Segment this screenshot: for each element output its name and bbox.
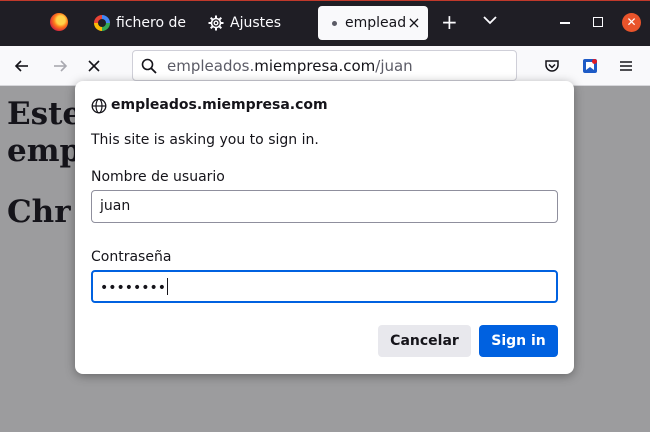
extension-icon[interactable] bbox=[582, 58, 598, 74]
url-bar[interactable]: empleados.miempresa.com/juan bbox=[132, 50, 517, 81]
password-field[interactable]: •••••••• bbox=[91, 270, 558, 303]
globe-icon bbox=[91, 98, 107, 114]
dialog-host: empleados.miempresa.com bbox=[111, 97, 328, 113]
menu-icon[interactable] bbox=[618, 58, 634, 74]
firefox-logo-icon[interactable] bbox=[50, 13, 68, 31]
dialog-message: This site is asking you to sign in. bbox=[91, 132, 319, 148]
tab-label: fichero de bbox=[116, 15, 186, 31]
url-path: /juan bbox=[375, 57, 413, 75]
tab-label: Ajustes bbox=[230, 15, 282, 31]
forward-arrow-icon[interactable] bbox=[52, 58, 68, 74]
tab-label: emplead bbox=[345, 15, 407, 31]
tab-strip: fichero de Ajustes emplead × + ✕ bbox=[0, 0, 650, 46]
close-icon[interactable]: ✕ bbox=[622, 13, 641, 32]
loading-dot-icon bbox=[332, 20, 337, 26]
tab-google[interactable]: fichero de bbox=[86, 6, 194, 40]
minimize-icon[interactable] bbox=[560, 22, 570, 24]
cancel-button[interactable]: Cancelar bbox=[378, 325, 471, 357]
username-label: Nombre de usuario bbox=[91, 169, 225, 185]
text-caret bbox=[167, 278, 169, 295]
gear-icon bbox=[208, 15, 224, 31]
pocket-icon[interactable] bbox=[544, 58, 560, 74]
chevron-down-icon[interactable] bbox=[482, 12, 498, 28]
tab-settings[interactable]: Ajustes bbox=[200, 6, 306, 40]
navigation-toolbar: empleados.miempresa.com/juan bbox=[0, 46, 650, 86]
tab-empleados[interactable]: emplead × bbox=[318, 6, 428, 40]
page-heading-line-1: Este bbox=[7, 96, 83, 132]
username-value: juan bbox=[100, 198, 131, 214]
sign-in-dialog: empleados.miempresa.com This site is ask… bbox=[75, 81, 574, 374]
new-tab-plus-icon[interactable]: + bbox=[441, 12, 458, 32]
page-heading-line-3: Chr bbox=[7, 194, 71, 230]
tab-close-icon[interactable]: × bbox=[406, 15, 422, 31]
maximize-icon[interactable] bbox=[593, 17, 603, 27]
password-value: •••••••• bbox=[100, 280, 167, 296]
stop-loading-icon[interactable] bbox=[86, 58, 102, 74]
url-host: miempresa.com bbox=[254, 57, 376, 75]
username-field[interactable]: juan bbox=[91, 190, 558, 223]
sign-in-button[interactable]: Sign in bbox=[479, 325, 558, 357]
password-label: Contraseña bbox=[91, 249, 172, 265]
back-arrow-icon[interactable] bbox=[14, 58, 30, 74]
url-prefix: empleados. bbox=[167, 57, 255, 75]
google-icon bbox=[94, 15, 110, 31]
page-heading-line-2: emp bbox=[7, 133, 82, 169]
top-accent-line bbox=[0, 0, 650, 1]
url-text[interactable]: empleados.miempresa.com/juan bbox=[167, 57, 413, 75]
search-icon bbox=[141, 58, 157, 74]
